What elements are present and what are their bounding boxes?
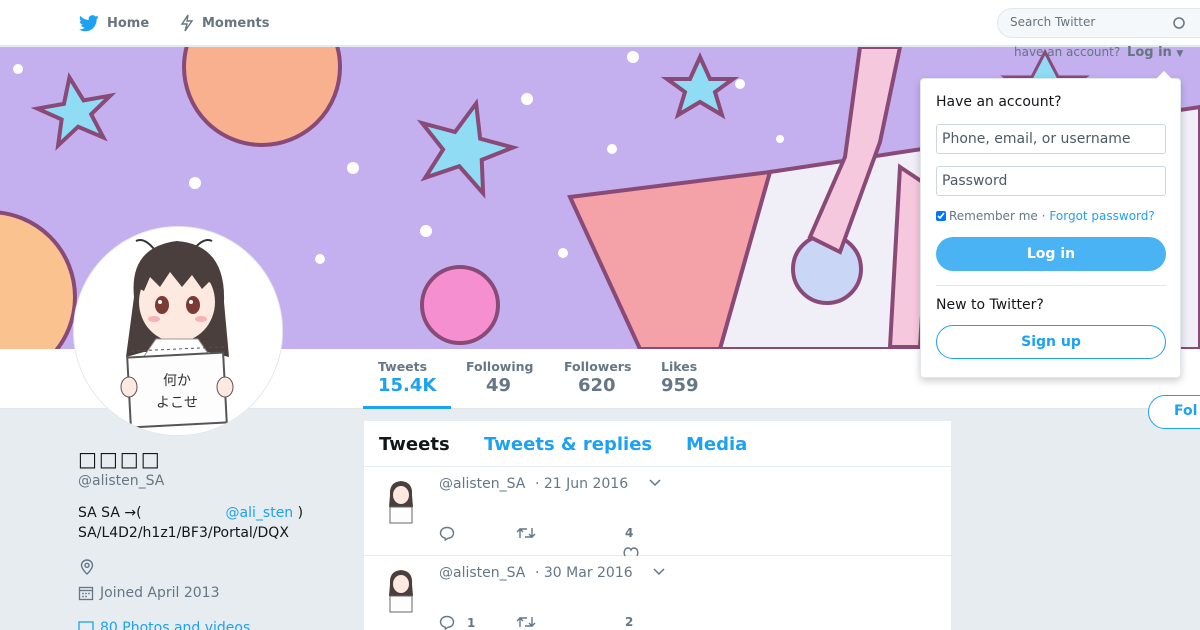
tab-tweets[interactable]: Tweets <box>379 434 450 455</box>
heart-icon[interactable] <box>623 547 639 556</box>
search-placeholder: Search Twitter <box>1010 15 1096 29</box>
photos-label: 80 Photos and videos <box>100 620 251 630</box>
nav-home[interactable]: Home <box>79 0 149 46</box>
dropdown-caret <box>1156 71 1172 79</box>
tweet-handle[interactable]: @alisten_SA <box>439 565 525 581</box>
photo-icon <box>78 621 94 630</box>
retweet-icon <box>516 528 536 538</box>
chevron-down-icon[interactable] <box>649 479 661 487</box>
new-to-twitter-title: New to Twitter? <box>936 297 1044 313</box>
stat-following[interactable]: Following 49 <box>466 359 533 396</box>
signup-button[interactable]: Sign up <box>936 325 1166 359</box>
forgot-password-link[interactable]: Forgot password? <box>1049 209 1154 223</box>
search-input[interactable]: Search Twitter <box>997 8 1200 38</box>
reply-count: 1 <box>467 615 476 630</box>
profile-name[interactable]: □□□□ <box>78 447 162 471</box>
tweet-date[interactable]: · 21 Jun 2016 <box>535 476 628 492</box>
follow-button[interactable]: Fol <box>1148 395 1200 429</box>
password-input[interactable] <box>936 166 1166 196</box>
timeline: Tweets Tweets & replies Media @alisten_S… <box>363 420 952 630</box>
caret-down-icon: ▼ <box>1176 49 1184 59</box>
calendar-icon <box>78 586 94 601</box>
photos-and-videos-link[interactable]: 80 Photos and videos <box>78 620 250 630</box>
bio-mention-link[interactable]: @ali_sten <box>226 505 294 521</box>
profile-handle[interactable]: @alisten_SA <box>78 473 164 489</box>
tweet-item[interactable]: @alisten_SA · 21 Jun 2016 4 <box>364 467 951 556</box>
divider <box>936 285 1166 286</box>
login-prompt: have an account? Log in ▼ <box>1014 45 1183 60</box>
stat-following-label: Following <box>466 359 534 374</box>
profile-bio-line1: SA SA →( @ali_sten ) <box>78 505 303 521</box>
joined-label: Joined April 2013 <box>100 585 220 601</box>
active-tab-underline <box>363 406 451 409</box>
stat-followers-label: Followers <box>564 359 632 374</box>
stat-following-value: 49 <box>486 375 512 396</box>
stat-likes-value: 959 <box>661 375 699 396</box>
tweet-item[interactable]: @alisten_SA · 30 Mar 2016 1 2 <box>364 556 951 630</box>
stat-tweets-label: Tweets <box>378 359 428 374</box>
stat-followers-value: 620 <box>578 375 616 396</box>
have-account-text: have an account? <box>1014 45 1121 59</box>
like-count: 4 <box>625 526 634 540</box>
lightning-icon <box>180 14 194 32</box>
tweet-date[interactable]: · 30 Mar 2016 <box>535 565 633 581</box>
profile-bio-line2: SA/L4D2/h1z1/BF3/Portal/DQX <box>78 525 289 541</box>
login-button[interactable]: Log in <box>936 237 1166 271</box>
nav-moments[interactable]: Moments <box>180 0 269 46</box>
twitter-bird-icon <box>79 14 99 31</box>
retweet-action[interactable] <box>516 615 548 629</box>
chevron-down-icon[interactable] <box>653 568 665 576</box>
svg-text:何か: 何か <box>163 373 191 389</box>
location-icon <box>80 559 94 575</box>
nav-home-label: Home <box>107 15 150 31</box>
nav-moments-label: Moments <box>202 15 270 31</box>
stat-likes[interactable]: Likes 959 <box>661 359 699 396</box>
like-action[interactable]: 2 <box>625 615 633 629</box>
search-icon[interactable] <box>1172 16 1186 30</box>
reply-action[interactable] <box>439 526 467 541</box>
login-dropdown-toggle[interactable]: Log in ▼ <box>1127 45 1183 60</box>
like-count: 2 <box>625 615 634 629</box>
tab-tweets-replies[interactable]: Tweets & replies <box>484 434 652 455</box>
avatar[interactable]: 何か よこせ <box>73 226 283 436</box>
stat-likes-label: Likes <box>661 359 698 374</box>
retweet-icon <box>516 617 536 627</box>
remember-me-label[interactable]: Remember me · <box>949 209 1045 223</box>
tab-media[interactable]: Media <box>686 434 747 455</box>
login-link-label: Log in <box>1127 45 1172 60</box>
svg-text:よこせ: よこせ <box>156 395 198 411</box>
remember-row: Remember me · Forgot password? <box>936 209 1155 223</box>
stat-followers[interactable]: Followers 620 <box>564 359 631 396</box>
like-action[interactable]: 4 <box>625 526 633 540</box>
username-input[interactable] <box>936 124 1166 154</box>
bio-close: ) <box>293 505 304 521</box>
tweet-avatar[interactable] <box>386 568 416 614</box>
reply-icon <box>439 615 455 630</box>
avatar-illustration: 何か よこせ <box>74 227 282 435</box>
tweet-handle[interactable]: @alisten_SA <box>439 476 525 492</box>
tweet-avatar[interactable] <box>386 479 416 525</box>
reply-action[interactable]: 1 <box>439 615 475 630</box>
timeline-tabs: Tweets Tweets & replies Media <box>364 421 951 467</box>
top-navigation-bar: Home Moments Search Twitter <box>0 0 1200 46</box>
remember-me-checkbox[interactable] <box>936 211 946 221</box>
bio-text: SA SA →( <box>78 505 142 521</box>
stat-tweets[interactable]: Tweets 15.4K <box>378 359 436 396</box>
login-title: Have an account? <box>936 94 1062 110</box>
reply-icon <box>439 526 455 541</box>
login-dropdown: Have an account? Remember me · Forgot pa… <box>920 71 1181 378</box>
joined-date: Joined April 2013 <box>78 585 220 601</box>
stat-tweets-value: 15.4K <box>378 375 437 396</box>
retweet-action[interactable] <box>516 526 548 540</box>
